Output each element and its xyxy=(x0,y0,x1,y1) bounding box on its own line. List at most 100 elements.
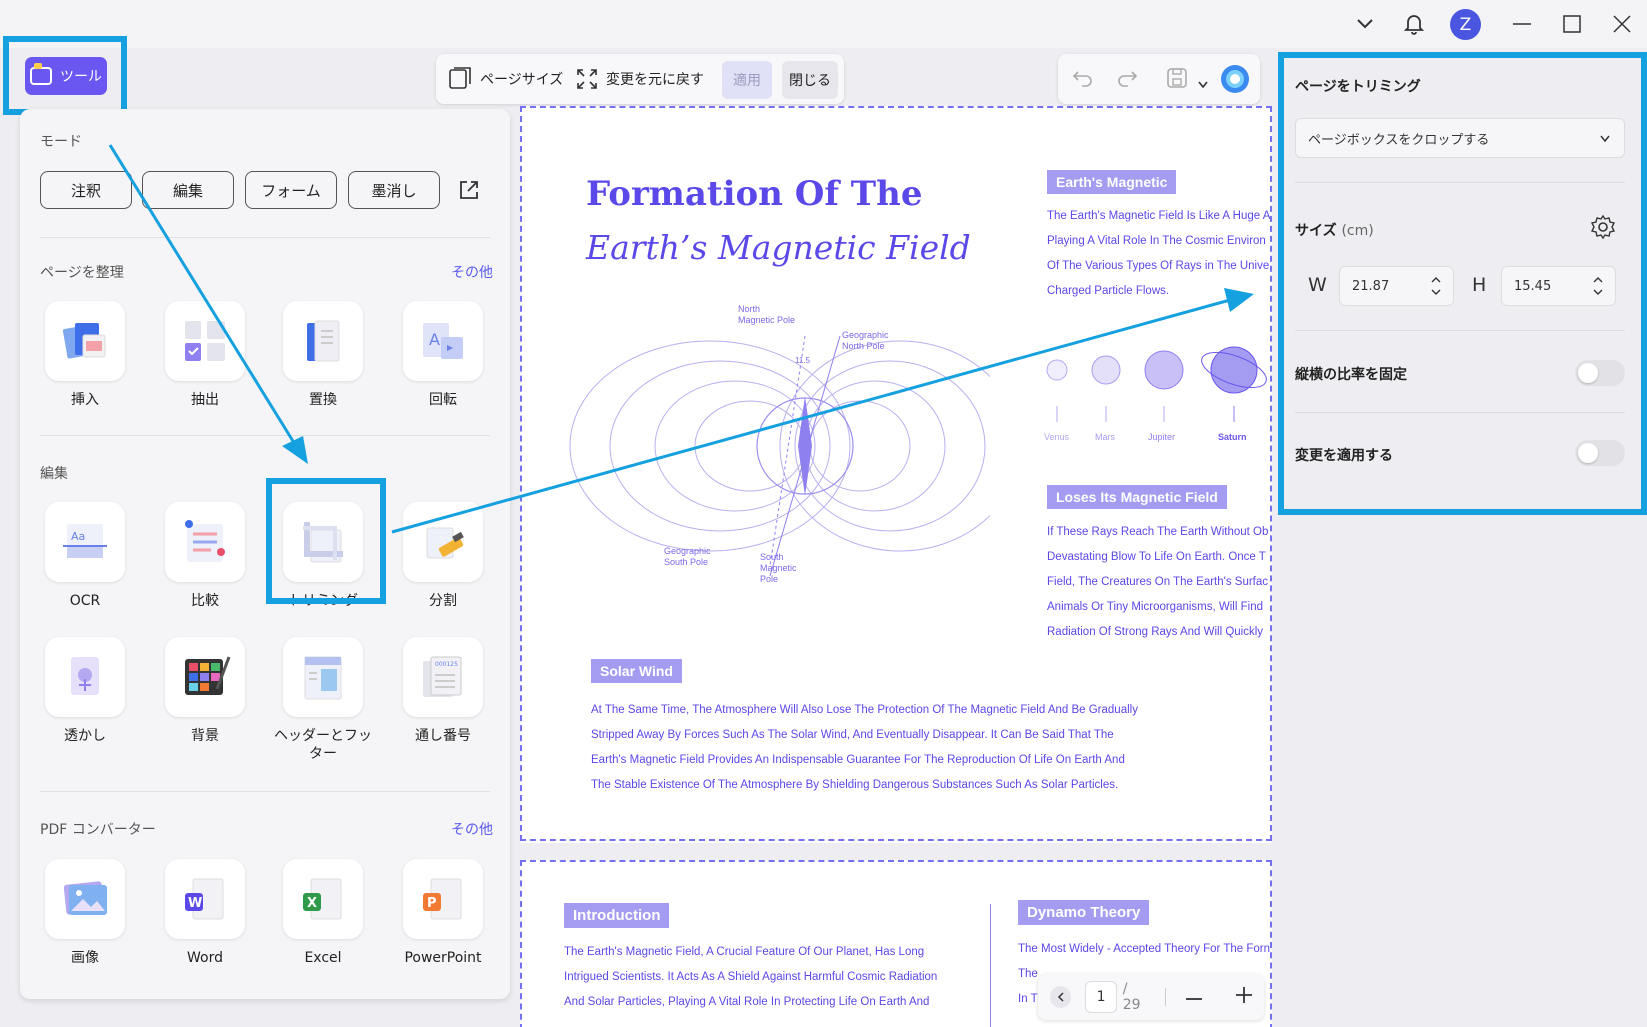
svg-text:Mars: Mars xyxy=(1095,432,1115,442)
chevron-down-icon xyxy=(1600,135,1610,143)
tool-background-label: 背景 xyxy=(191,728,219,744)
tool-ocr-label: OCR xyxy=(69,593,101,609)
tool-to-word[interactable]: W Word xyxy=(150,859,260,967)
svg-text:X: X xyxy=(307,896,317,911)
tool-to-excel[interactable]: X Excel xyxy=(268,859,378,967)
svg-text:Saturn: Saturn xyxy=(1218,432,1247,442)
ai-assistant-icon[interactable] xyxy=(1220,64,1250,98)
tool-rotate[interactable]: A 回転 xyxy=(388,301,498,409)
title-bar: Z xyxy=(0,0,1647,48)
maximize-icon[interactable] xyxy=(1558,10,1586,38)
divider xyxy=(40,237,490,238)
tool-watermark[interactable]: 透かし xyxy=(30,637,140,745)
organize-label: ページを整理 xyxy=(40,265,124,281)
dynamo-heading: Dynamo Theory xyxy=(1018,900,1150,925)
previous-page-icon[interactable] xyxy=(1050,986,1072,1008)
tool-compare[interactable]: 比較 xyxy=(150,502,260,610)
loses-field-heading: Loses Its Magnetic Field xyxy=(1047,485,1227,509)
svg-text:Geographic: Geographic xyxy=(842,330,889,340)
revert-button[interactable]: 変更を元に戻す xyxy=(576,62,704,96)
tool-replace-label: 置換 xyxy=(309,392,337,408)
tool-bates-number[interactable]: 000125 通し番号 xyxy=(388,637,498,745)
save-dropdown-icon[interactable] xyxy=(1198,74,1208,93)
width-input[interactable]: 21.87 xyxy=(1339,266,1454,306)
insert-icon xyxy=(45,301,125,381)
tool-to-image[interactable]: 画像 xyxy=(30,859,140,967)
angle-label: 11.5 xyxy=(795,356,811,365)
redo-icon[interactable] xyxy=(1116,68,1138,92)
height-label: H xyxy=(1472,274,1487,296)
tool-extract[interactable]: 抽出 xyxy=(150,301,260,409)
page-number-input[interactable]: 1 xyxy=(1085,981,1117,1013)
separator xyxy=(1165,988,1166,1006)
tool-insert[interactable]: 挿入 xyxy=(30,301,140,409)
save-icon[interactable] xyxy=(1166,67,1188,93)
background-icon xyxy=(165,637,245,717)
edit-label: 編集 xyxy=(40,466,68,482)
svg-text:W: W xyxy=(188,896,202,911)
split-icon xyxy=(403,502,483,582)
converter-more-link[interactable]: その他 xyxy=(451,819,493,839)
mode-edit-button[interactable]: 編集 xyxy=(142,171,234,209)
apply-button[interactable]: 適用 xyxy=(722,61,772,99)
apply-changes-toggle[interactable] xyxy=(1575,440,1625,466)
tool-extract-label: 抽出 xyxy=(191,392,219,408)
stepper-icon[interactable] xyxy=(1431,275,1441,297)
page-box-select-value: ページボックスをクロップする xyxy=(1308,132,1490,148)
stepper-icon[interactable] xyxy=(1593,275,1603,297)
bates-number-icon: 000125 xyxy=(403,637,483,717)
svg-text:Aa: Aa xyxy=(71,530,85,543)
page-size-button[interactable]: ページサイズ xyxy=(448,62,563,96)
tool-button[interactable]: ツール xyxy=(25,57,107,95)
powerpoint-icon: P xyxy=(403,859,483,939)
revert-icon xyxy=(577,69,597,89)
tool-header-footer[interactable]: ヘッダーとフッター xyxy=(268,637,378,763)
earth-magnetic-text: The Earth's Magnetic Field Is Like A Hug… xyxy=(1047,210,1271,297)
close-button[interactable]: 閉じる xyxy=(782,61,838,99)
tool-ocr[interactable]: Aa OCR xyxy=(30,502,140,610)
mode-form-button[interactable]: フォーム xyxy=(245,171,337,209)
svg-text:South Pole: South Pole xyxy=(664,557,708,567)
converter-label: PDF コンバーター xyxy=(40,822,156,838)
tool-replace[interactable]: 置換 xyxy=(268,301,378,409)
svg-text:South: South xyxy=(760,552,784,562)
image-icon xyxy=(45,859,125,939)
tool-split[interactable]: 分割 xyxy=(388,502,498,610)
zoom-out-icon[interactable] xyxy=(1185,989,1202,1005)
chevron-down-icon[interactable] xyxy=(1351,10,1379,38)
mode-redact-button[interactable]: 墨消し xyxy=(348,171,440,209)
svg-text:Pole: Pole xyxy=(760,574,778,584)
watermark-icon xyxy=(45,637,125,717)
page-total: / 29 xyxy=(1122,981,1141,1013)
tools-panel: モード 注釈 編集 フォーム 墨消し ページを整理 その他 挿入 抽出 置換 A… xyxy=(20,109,510,999)
rotate-icon: A xyxy=(403,301,483,381)
excel-icon: X xyxy=(283,859,363,939)
page-box-select[interactable]: ページボックスをクロップする xyxy=(1295,118,1625,158)
mode-label: モード xyxy=(40,134,82,150)
doc-title-line1: Formation Of The xyxy=(586,174,923,214)
toolbox-icon xyxy=(30,63,52,85)
mode-annotate-button[interactable]: 注釈 xyxy=(40,171,132,209)
introduction-text: The Earth's Magnetic Field, A Crucial Fe… xyxy=(564,946,938,1008)
divider xyxy=(1295,412,1625,413)
tool-insert-label: 挿入 xyxy=(71,392,99,408)
height-input[interactable]: 15.45 xyxy=(1501,266,1616,306)
organize-more-link[interactable]: その他 xyxy=(451,262,493,282)
svg-text:Jupiter: Jupiter xyxy=(1148,432,1175,442)
replace-icon xyxy=(283,301,363,381)
lock-ratio-toggle[interactable] xyxy=(1575,360,1625,386)
gear-icon[interactable] xyxy=(1590,214,1616,244)
height-value: 15.45 xyxy=(1514,278,1552,294)
zoom-in-icon[interactable] xyxy=(1235,987,1252,1007)
tool-background[interactable]: 背景 xyxy=(150,637,260,745)
bell-icon[interactable] xyxy=(1400,10,1428,38)
minimize-icon[interactable] xyxy=(1508,10,1536,38)
external-link-icon[interactable] xyxy=(458,179,480,205)
tool-split-label: 分割 xyxy=(429,593,457,609)
undo-icon[interactable] xyxy=(1072,68,1094,92)
avatar[interactable]: Z xyxy=(1450,9,1481,40)
tool-to-powerpoint-label: PowerPoint xyxy=(404,950,482,966)
earth-magnetic-heading: Earth's Magnetic xyxy=(1047,170,1177,194)
tool-to-powerpoint[interactable]: P PowerPoint xyxy=(388,859,498,967)
close-icon[interactable] xyxy=(1608,10,1636,38)
